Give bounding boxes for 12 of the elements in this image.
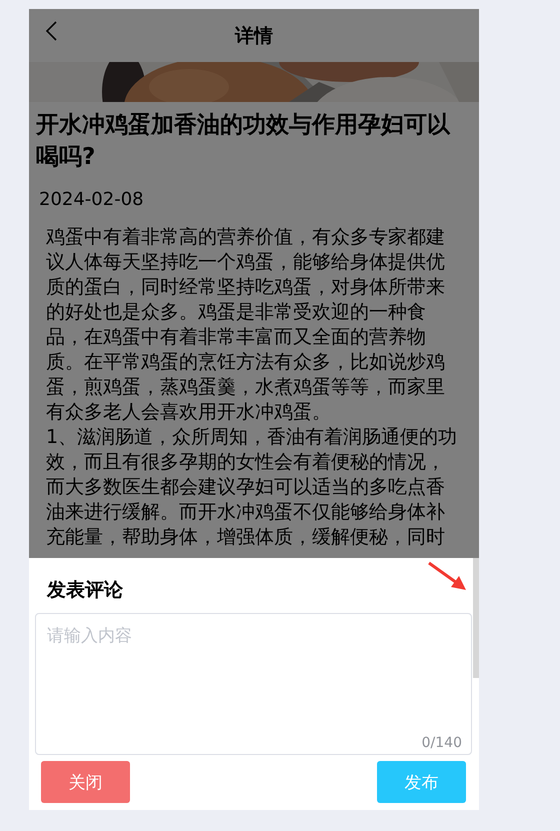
character-counter: 0/140 [422,735,462,751]
arrow-drawing [427,561,467,591]
article-title: 开水冲鸡蛋加香油的功效与作用孕妇可以喝吗? [36,111,452,172]
scrollbar[interactable] [473,558,479,678]
page-title: 详情 [235,24,273,48]
article-paragraph: 鸡蛋中有着非常高的营养价值，有众多专家都建议人体每天坚持吃一个鸡蛋，能够给身体提供优质的蛋白，同时经常坚持吃鸡蛋，对身体所带来的好处也是众多。鸡蛋是非常受欢迎的一种食品，在鸡蛋中有着非常丰富而又全面的营养物质。在平常鸡蛋的烹饪方法有众多，比如说炒鸡蛋，煎鸡蛋，蒸鸡蛋羹，水煮鸡蛋等等，而家里有众多老人会喜欢用开水冲鸡蛋。 [46,225,446,425]
submit-button[interactable]: 发布 [377,761,466,803]
sheet-title: 发表评论 [47,578,124,602]
close-button[interactable]: 关闭 [41,761,130,803]
back-icon[interactable] [45,20,57,40]
article-paragraph: 1、滋润肠道，众所周知，香油有着润肠通便的功效，而且有很多孕期的女性会有着便秘的情况，而大多数医生都会建议孕妇可以适当的多吃点香油来进行缓解。而开水冲鸡蛋不仅能够给身体补充能量，帮助身体，增强体质，缓解便秘，同时 [46,425,458,550]
article-date: 2024-02-08 [39,188,145,212]
